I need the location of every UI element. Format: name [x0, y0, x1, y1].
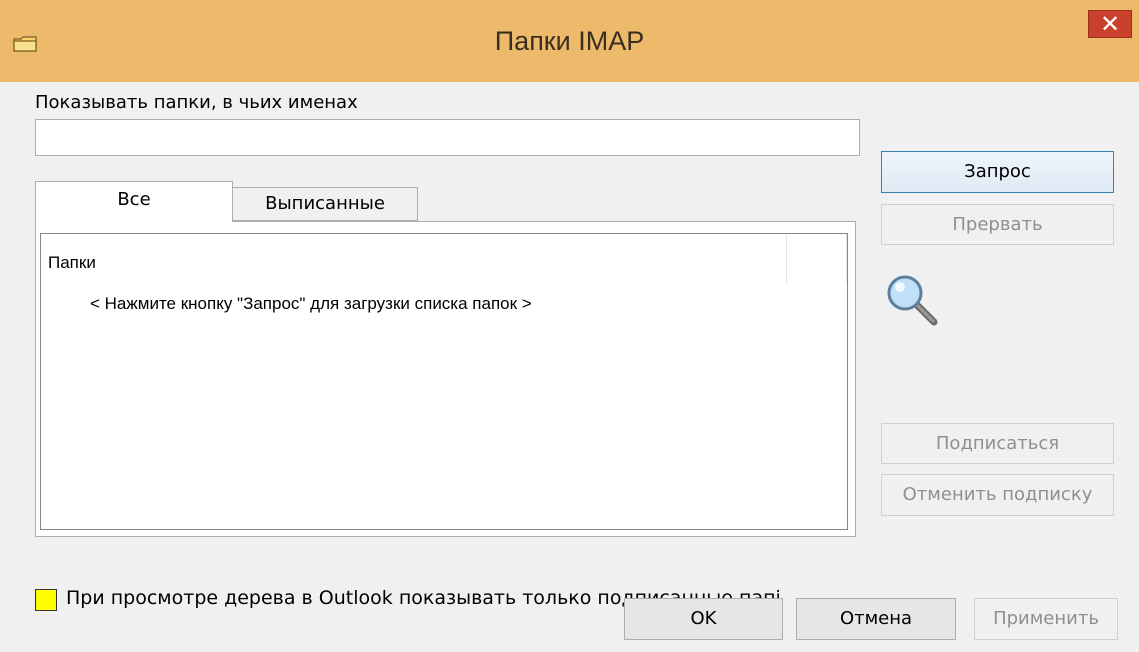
- close-button[interactable]: ✕: [1088, 10, 1132, 38]
- filter-label: Показывать папки, в чьих именах: [35, 92, 358, 113]
- subscribe-button[interactable]: Подписаться: [881, 423, 1114, 464]
- window-title: Папки IMAP: [494, 26, 645, 56]
- tab-subscribed[interactable]: Выписанные: [232, 187, 418, 221]
- cancel-button[interactable]: Отмена: [796, 598, 956, 640]
- abort-button[interactable]: Прервать: [881, 204, 1114, 245]
- folder-list[interactable]: Папки < Нажмите кнопку "Запрос" для загр…: [40, 233, 848, 530]
- tab-label: Выписанные: [265, 193, 385, 214]
- filter-input[interactable]: [35, 119, 860, 156]
- tab-all[interactable]: Все: [35, 181, 233, 222]
- magnifier-icon: [885, 273, 939, 327]
- column-header-folders[interactable]: Папки: [41, 234, 787, 284]
- folder-list-placeholder: < Нажмите кнопку "Запрос" для загрузки с…: [90, 294, 532, 313]
- ok-button[interactable]: OK: [624, 598, 783, 640]
- subscribed-only-checkbox[interactable]: [35, 589, 57, 611]
- query-button[interactable]: Запрос: [881, 151, 1114, 193]
- close-icon: ✕: [1099, 10, 1121, 38]
- tab-label: Все: [117, 189, 151, 210]
- column-header-empty: [787, 234, 847, 284]
- unsubscribe-button[interactable]: Отменить подписку: [881, 474, 1114, 516]
- apply-button[interactable]: Применить: [974, 598, 1118, 640]
